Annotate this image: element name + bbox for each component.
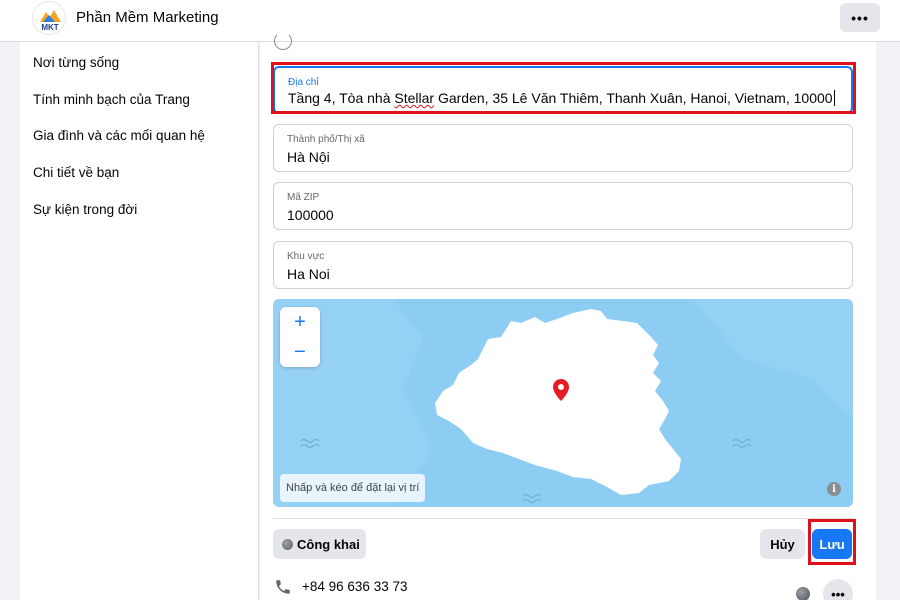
zip-label: Mã ZIP — [287, 192, 320, 203]
location-map[interactable]: + − Nhấp và kéo để đặt lại vị trí i — [273, 299, 853, 507]
logo-text: MKT — [41, 23, 58, 32]
address-value-part1: Tầng 4, Tòa nhà — [288, 90, 395, 106]
region-input[interactable]: Ha Noi — [287, 266, 842, 282]
zip-field[interactable]: Mã ZIP 100000 — [273, 182, 853, 230]
radio-circle-icon[interactable] — [274, 32, 292, 50]
mkt-logo: MKT — [32, 1, 66, 35]
map-zoom-controls: + − — [280, 307, 320, 367]
text-caret — [833, 90, 835, 106]
city-input[interactable]: Hà Nội — [287, 149, 842, 165]
sidebar-item-places-lived[interactable]: Nơi từng sống — [33, 55, 119, 70]
save-button[interactable]: Lưu — [812, 529, 852, 559]
sidebar-item-family-relationships[interactable]: Gia đình và các mối quan hệ — [33, 128, 205, 143]
sidebar-item-details-about-you[interactable]: Chi tiết về bạn — [33, 165, 119, 180]
privacy-label: Công khai — [297, 536, 360, 552]
zoom-in-button[interactable]: + — [280, 307, 320, 337]
address-label: Địa chỉ — [288, 77, 319, 88]
phone-number: +84 96 636 33 73 — [302, 579, 408, 594]
app-title: Phần Mềm Marketing — [76, 9, 219, 26]
region-label: Khu vực — [287, 251, 325, 262]
top-header: MKT Phần Mềm Marketing ••• — [0, 0, 900, 42]
zoom-out-button[interactable]: − — [280, 337, 320, 367]
info-icon[interactable]: i — [827, 482, 841, 496]
city-label: Thành phố/Thị xã — [287, 134, 365, 145]
phone-icon — [276, 580, 290, 594]
sidebar-item-life-events[interactable]: Sự kiện trong đời — [33, 202, 137, 217]
globe-icon — [282, 538, 293, 550]
address-input[interactable]: Tầng 4, Tòa nhà Stellar Garden, 35 Lê Vă… — [288, 90, 843, 106]
privacy-public-button[interactable]: Công khai — [273, 529, 366, 559]
map-hint: Nhấp và kéo để đặt lại vị trí — [280, 474, 426, 502]
header-more-button[interactable]: ••• — [840, 3, 880, 32]
address-value-spellcheck: Stellar — [394, 90, 435, 106]
zip-input[interactable]: 100000 — [287, 207, 842, 223]
region-field[interactable]: Khu vực Ha Noi — [273, 241, 853, 289]
divider — [273, 518, 853, 519]
city-field[interactable]: Thành phố/Thị xã Hà Nội — [273, 124, 853, 172]
address-field[interactable]: Địa chỉ Tầng 4, Tòa nhà Stellar Garden, … — [273, 66, 853, 114]
sidebar-item-page-transparency[interactable]: Tính minh bạch của Trang — [33, 92, 190, 107]
sidebar: Nơi từng sống Tính minh bạch của Trang G… — [20, 42, 259, 600]
phone-privacy-globe-icon[interactable] — [796, 587, 810, 600]
cancel-button[interactable]: Hủy — [760, 529, 805, 559]
location-pin-icon[interactable] — [553, 379, 569, 401]
address-value-part2: Garden, 35 Lê Văn Thiêm, Thanh Xuân, Han… — [434, 90, 833, 106]
